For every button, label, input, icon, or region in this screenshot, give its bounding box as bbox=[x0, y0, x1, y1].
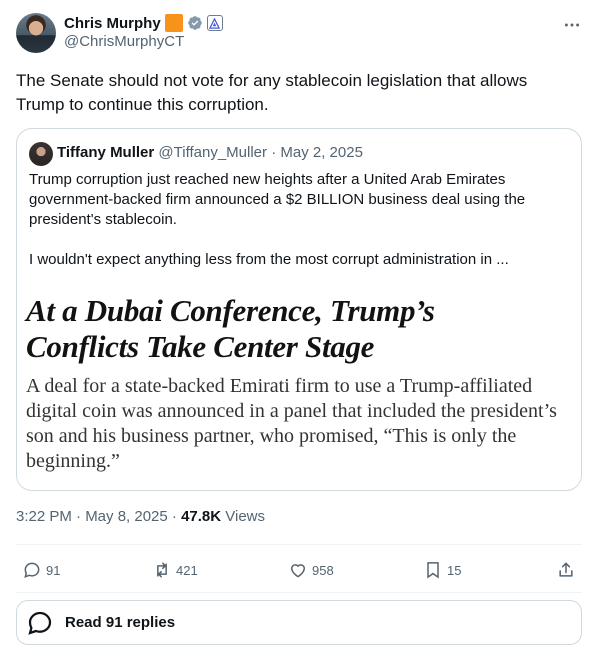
quoted-paragraph-2: I wouldn't expect anything less from the… bbox=[29, 251, 509, 268]
repost-button[interactable]: 421 bbox=[152, 556, 198, 584]
reply-icon bbox=[28, 611, 52, 635]
quoted-paragraph-1: Trump corruption just reached new height… bbox=[29, 171, 526, 228]
article-headline: At a Dubai Conference, Trump’s Conflicts… bbox=[26, 293, 435, 365]
reply-count: 91 bbox=[46, 562, 61, 578]
quoted-author-name[interactable]: Tiffany Muller bbox=[57, 144, 154, 161]
quoted-post-date[interactable]: · May 2, 2025 bbox=[271, 144, 363, 161]
author-avatar[interactable] bbox=[16, 13, 56, 53]
article-headline-line-2: Conflicts Take Center Stage bbox=[26, 329, 375, 364]
repost-count: 421 bbox=[176, 562, 198, 578]
more-options-icon[interactable] bbox=[564, 12, 580, 33]
post-time[interactable]: 3:22 PM · May 8, 2025 · bbox=[16, 508, 181, 525]
author-name[interactable]: Chris Murphy bbox=[64, 15, 161, 32]
bookmark-count: 15 bbox=[447, 562, 462, 578]
author-handle[interactable]: @ChrisMurphyCT bbox=[64, 33, 184, 50]
bookmark-button[interactable]: 15 bbox=[423, 556, 461, 584]
quoted-post[interactable]: Tiffany Muller @Tiffany_Muller · May 2, … bbox=[16, 128, 582, 491]
divider bbox=[16, 544, 582, 545]
share-icon bbox=[559, 562, 573, 577]
reply-button[interactable]: 91 bbox=[22, 556, 60, 584]
reply-icon bbox=[24, 562, 40, 578]
heart-icon bbox=[290, 564, 306, 578]
share-button[interactable] bbox=[556, 556, 576, 584]
views-count: 47.8K bbox=[181, 508, 222, 525]
post-text: The Senate should not vote for any stabl… bbox=[16, 71, 528, 114]
repost-icon bbox=[157, 562, 167, 578]
like-count: 958 bbox=[312, 562, 334, 578]
verified-badge-icon[interactable] bbox=[187, 15, 203, 31]
bookmark-icon bbox=[427, 562, 439, 579]
quoted-post-header: Tiffany Muller @Tiffany_Muller · May 2, … bbox=[57, 144, 363, 161]
like-button[interactable]: 958 bbox=[288, 556, 334, 584]
action-bar: 91 421 958 15 bbox=[16, 556, 582, 584]
read-replies-label: Read 91 replies bbox=[65, 614, 176, 631]
author-name-row: Chris Murphy bbox=[64, 13, 223, 33]
quoted-post-text: Trump corruption just reached new height… bbox=[29, 170, 569, 290]
orange-square-badge bbox=[164, 14, 183, 32]
divider bbox=[16, 592, 582, 593]
post-timestamp: 3:22 PM · May 8, 2025 · 47.8K Views bbox=[16, 508, 265, 525]
quoted-article-image[interactable]: At a Dubai Conference, Trump’s Conflicts… bbox=[17, 287, 581, 487]
article-headline-line-1: At a Dubai Conference, Trump’s bbox=[26, 293, 435, 328]
read-replies-button[interactable]: Read 91 replies bbox=[16, 600, 582, 645]
government-badge-icon[interactable] bbox=[206, 15, 223, 31]
article-subheadline: A deal for a state-backed Emirati firm t… bbox=[26, 375, 557, 472]
quoted-author-handle[interactable]: @Tiffany_Muller bbox=[158, 144, 267, 161]
quoted-author-avatar[interactable] bbox=[29, 142, 53, 166]
views-label: Views bbox=[221, 508, 266, 525]
